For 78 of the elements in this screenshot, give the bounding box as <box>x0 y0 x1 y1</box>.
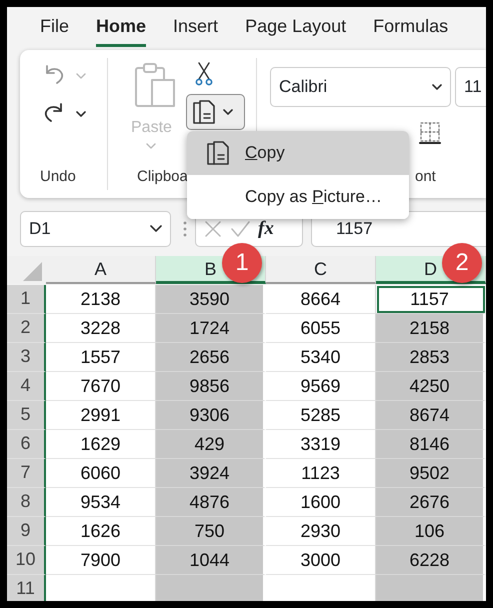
ribbon-tab[interactable]: Home <box>96 7 146 47</box>
table-cell[interactable]: 3228 <box>46 314 156 343</box>
table-cell[interactable]: 429 <box>156 430 266 459</box>
table-cell[interactable]: 1724 <box>156 314 266 343</box>
table-cell[interactable]: 1123 <box>266 459 376 488</box>
caret-icon <box>432 83 442 91</box>
row-header[interactable]: 11 <box>7 575 46 601</box>
caret-icon <box>223 108 233 116</box>
table-cell[interactable]: 1629 <box>46 430 156 459</box>
table-cell[interactable]: 2930 <box>266 517 376 546</box>
table-cell[interactable]: 6060 <box>46 459 156 488</box>
table-cell[interactable]: 5285 <box>266 401 376 430</box>
table-cell[interactable]: 8664 <box>266 285 376 314</box>
row-header[interactable]: 4 <box>7 372 46 401</box>
table-cell[interactable]: 1626 <box>46 517 156 546</box>
scissors-icon[interactable] <box>195 62 213 86</box>
table-cell[interactable]: 6228 <box>376 546 486 575</box>
row-header[interactable]: 8 <box>7 488 46 517</box>
grip-icon[interactable] <box>183 220 187 238</box>
table-cell[interactable]: 8674 <box>376 401 486 430</box>
caret-icon <box>150 225 162 233</box>
table-cell[interactable]: 6055 <box>266 314 376 343</box>
table-cell[interactable]: 2991 <box>46 401 156 430</box>
ribbon-tab[interactable]: File <box>40 7 70 47</box>
table-cell[interactable]: 1157 <box>376 285 486 314</box>
row-header[interactable]: 10 <box>7 546 46 575</box>
borders-icon[interactable] <box>419 121 441 145</box>
row-header[interactable]: 6 <box>7 430 46 459</box>
caret-icon[interactable] <box>76 110 86 118</box>
table-cell[interactable]: 2676 <box>376 488 486 517</box>
table-cell[interactable]: 9502 <box>376 459 486 488</box>
group-label: ont <box>415 166 436 186</box>
table-cell[interactable]: 9306 <box>156 401 266 430</box>
copy-icon <box>191 99 215 125</box>
row-header[interactable]: 7 <box>7 459 46 488</box>
column-header[interactable]: C <box>266 256 376 284</box>
font-name-dropdown[interactable]: Calibri <box>270 67 451 107</box>
font-size-dropdown[interactable]: 11 <box>455 67 486 107</box>
table-cell[interactable]: 2656 <box>156 343 266 372</box>
table-cell[interactable]: 3590 <box>156 285 266 314</box>
row-header[interactable]: 1 <box>7 285 46 314</box>
group-label: Clipboa <box>137 166 188 186</box>
table-cell[interactable]: 1600 <box>266 488 376 517</box>
ribbon-tab[interactable]: Insert <box>173 7 218 47</box>
table-cell[interactable]: 2138 <box>46 285 156 314</box>
menu-item[interactable]: Copy <box>187 131 409 175</box>
enter-icon[interactable] <box>230 220 250 238</box>
name-box[interactable]: D1 <box>20 211 171 247</box>
table-cell[interactable]: 8146 <box>376 430 486 459</box>
menu-item[interactable]: Copy as Picture… <box>187 175 409 219</box>
table-cell[interactable]: 2158 <box>376 314 486 343</box>
table-cell[interactable]: 106 <box>376 517 486 546</box>
table-cell[interactable]: 750 <box>156 517 266 546</box>
table-cell[interactable]: 2853 <box>376 343 486 372</box>
copy-button[interactable] <box>186 94 245 130</box>
group-label: Undo <box>40 166 76 186</box>
row-header[interactable]: 2 <box>7 314 46 343</box>
table-cell[interactable]: 7900 <box>46 546 156 575</box>
table-cell[interactable]: 3000 <box>266 546 376 575</box>
table-cell[interactable]: 3319 <box>266 430 376 459</box>
table-cell[interactable]: 4250 <box>376 372 486 401</box>
table-cell[interactable]: 5340 <box>266 343 376 372</box>
table-cell[interactable]: 1044 <box>156 546 266 575</box>
row-header[interactable]: 9 <box>7 517 46 546</box>
table-cell[interactable]: 9569 <box>266 372 376 401</box>
table-cell[interactable]: 9534 <box>46 488 156 517</box>
table-cell[interactable]: 4876 <box>156 488 266 517</box>
paste-icon[interactable] <box>134 62 176 108</box>
cancel-icon[interactable] <box>204 220 222 238</box>
table-cell[interactable]: 7670 <box>46 372 156 401</box>
ribbon-tab[interactable]: Page Layout <box>245 7 346 47</box>
table-cell[interactable]: 1557 <box>46 343 156 372</box>
row-header[interactable]: 3 <box>7 343 46 372</box>
row-header[interactable]: 5 <box>7 401 46 430</box>
table-cell[interactable]: 9856 <box>156 372 266 401</box>
table-cell[interactable]: 3924 <box>156 459 266 488</box>
ribbon-tab[interactable]: Formulas <box>373 7 448 47</box>
column-header[interactable]: A <box>46 256 156 284</box>
